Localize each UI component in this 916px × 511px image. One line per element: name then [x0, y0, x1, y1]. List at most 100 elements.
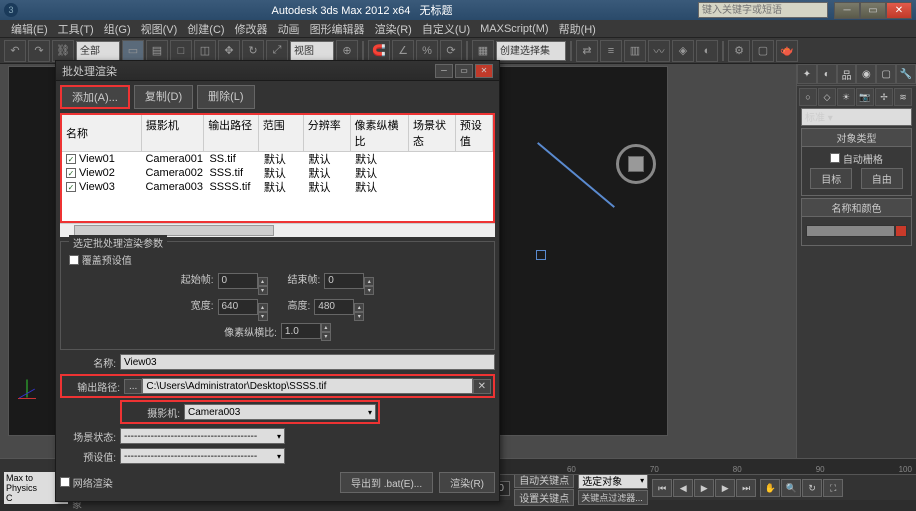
tab-display[interactable]: ▢	[876, 64, 896, 84]
link-button[interactable]: ⛓	[52, 40, 74, 62]
menu-create[interactable]: 创建(C)	[182, 21, 229, 37]
render-button[interactable]: 🫖	[776, 40, 798, 62]
mirror-button[interactable]: ⇄	[576, 40, 598, 62]
free-cam-button[interactable]: 自由	[861, 168, 903, 189]
render-frame-button[interactable]: ▢	[752, 40, 774, 62]
named-sel-dropdown[interactable]: 创建选择集	[496, 41, 566, 61]
keyfilter-button[interactable]: 关键点过滤器...	[578, 490, 648, 505]
sub-helpers[interactable]: ✢	[875, 88, 893, 106]
override-checkbox[interactable]	[69, 255, 79, 265]
menu-graph[interactable]: 图形编辑器	[305, 21, 370, 37]
undo-button[interactable]: ↶	[4, 40, 26, 62]
object-name-field[interactable]	[806, 225, 895, 237]
camera-target-box[interactable]	[536, 250, 546, 260]
tab-hierarchy[interactable]: 品	[837, 64, 857, 84]
output-path-input[interactable]	[142, 378, 472, 394]
nav-max[interactable]: ⛶	[823, 479, 843, 497]
col-preset[interactable]: 预设值	[456, 115, 493, 151]
spinner-snap[interactable]: ⟳	[440, 40, 462, 62]
viewcube[interactable]	[616, 144, 656, 184]
viewcube-cube[interactable]	[628, 156, 644, 172]
rollout-object-type[interactable]: 对象类型	[801, 128, 912, 147]
sub-space[interactable]: ≋	[894, 88, 912, 106]
select-rect-button[interactable]: □	[170, 40, 192, 62]
output-browse-button[interactable]: ...	[124, 379, 142, 394]
height-spinner[interactable]: 480	[314, 299, 354, 315]
menu-tools[interactable]: 工具(T)	[53, 21, 99, 37]
duplicate-button[interactable]: 复制(D)	[134, 85, 193, 109]
table-row[interactable]: ✓View01Camera001SS.tif默认默认默认	[62, 152, 493, 166]
output-clear-button[interactable]: ✕	[473, 379, 491, 394]
dialog-min-button[interactable]: ─	[435, 64, 453, 78]
sub-lights[interactable]: ☀	[837, 88, 855, 106]
table-row[interactable]: ✓View03Camera003SSSS.tif默认默认默认	[62, 180, 493, 194]
tab-utilities[interactable]: 🔧	[896, 64, 916, 84]
menu-render[interactable]: 渲染(R)	[370, 21, 417, 37]
menu-group[interactable]: 组(G)	[99, 21, 136, 37]
menu-customize[interactable]: 自定义(U)	[417, 21, 475, 37]
ref-coord-dropdown[interactable]: 视图	[290, 41, 334, 61]
col-range[interactable]: 范围	[259, 115, 304, 151]
rotate-button[interactable]: ↻	[242, 40, 264, 62]
material-button[interactable]: ◐	[696, 40, 718, 62]
tab-motion[interactable]: ◉	[856, 64, 876, 84]
menu-view[interactable]: 视图(V)	[136, 21, 183, 37]
nav-orbit[interactable]: ↻	[802, 479, 822, 497]
target-cam-button[interactable]: 目标	[810, 168, 852, 189]
menu-help[interactable]: 帮助(H)	[554, 21, 601, 37]
preset-dropdown[interactable]: ----------------------------------------…	[120, 448, 285, 464]
snap-toggle[interactable]: 🧲	[368, 40, 390, 62]
scale-button[interactable]: ⤢	[266, 40, 288, 62]
tab-create[interactable]: ✦	[797, 64, 817, 84]
batch-list-table[interactable]: 名称 摄影机 输出路径 范围 分辨率 像素纵横比 场景状态 预设值 ✓View0…	[60, 113, 495, 223]
select-name-button[interactable]: ▤	[146, 40, 168, 62]
named-sel-button[interactable]: ▦	[472, 40, 494, 62]
redo-button[interactable]: ↷	[28, 40, 50, 62]
nav-zoom[interactable]: 🔍	[781, 479, 801, 497]
start-spinner[interactable]: 0	[218, 273, 258, 289]
dialog-max-button[interactable]: ▭	[455, 64, 473, 78]
nav-pan[interactable]: ✋	[760, 479, 780, 497]
row-checkbox[interactable]: ✓	[66, 182, 76, 192]
move-button[interactable]: ✥	[218, 40, 240, 62]
add-button[interactable]: 添加(A)...	[60, 85, 130, 109]
selection-filter[interactable]: 全部	[76, 41, 120, 61]
net-render-checkbox[interactable]	[60, 477, 70, 487]
row-checkbox[interactable]: ✓	[66, 168, 76, 178]
angle-snap[interactable]: ∠	[392, 40, 414, 62]
goto-end[interactable]: ⏭	[736, 479, 756, 497]
maximize-button[interactable]: ▭	[860, 2, 886, 19]
end-spinner[interactable]: 0	[324, 273, 364, 289]
next-frame[interactable]: ▶	[715, 479, 735, 497]
sub-shapes[interactable]: ◇	[818, 88, 836, 106]
menu-animation[interactable]: 动画	[273, 21, 305, 37]
prev-frame[interactable]: ◀	[673, 479, 693, 497]
dialog-close-button[interactable]: ✕	[475, 64, 493, 78]
width-spinner[interactable]: 640	[218, 299, 258, 315]
window-crossing-button[interactable]: ◫	[194, 40, 216, 62]
scene-dropdown[interactable]: ----------------------------------------…	[120, 428, 285, 444]
col-output[interactable]: 输出路径	[204, 115, 259, 151]
autogrid-checkbox[interactable]	[830, 153, 840, 163]
sub-cameras[interactable]: 📷	[856, 88, 874, 106]
category-dropdown[interactable]: 标准 ▾	[801, 108, 912, 126]
play-button[interactable]: ▶	[694, 479, 714, 497]
rollout-name-color[interactable]: 名称和颜色	[801, 198, 912, 217]
camera-dropdown[interactable]: Camera003▾	[184, 404, 376, 420]
select-button[interactable]: ▭	[122, 40, 144, 62]
col-camera[interactable]: 摄影机	[142, 115, 204, 151]
align-button[interactable]: ≡	[600, 40, 622, 62]
col-name[interactable]: 名称	[62, 115, 142, 151]
help-search-input[interactable]	[698, 2, 828, 18]
par-spinner[interactable]: 1.0	[281, 323, 321, 339]
render-setup-button[interactable]: ⚙	[728, 40, 750, 62]
menu-edit[interactable]: 编辑(E)	[6, 21, 53, 37]
tab-modify[interactable]: ◐	[817, 64, 837, 84]
sub-geometry[interactable]: ○	[799, 88, 817, 106]
delete-button[interactable]: 删除(L)	[197, 85, 254, 109]
close-button[interactable]: ✕	[886, 2, 912, 19]
schematic-button[interactable]: ◈	[672, 40, 694, 62]
col-par[interactable]: 像素纵横比	[351, 115, 409, 151]
export-bat-button[interactable]: 导出到 .bat(E)...	[340, 472, 433, 493]
pivot-button[interactable]: ⊕	[336, 40, 358, 62]
